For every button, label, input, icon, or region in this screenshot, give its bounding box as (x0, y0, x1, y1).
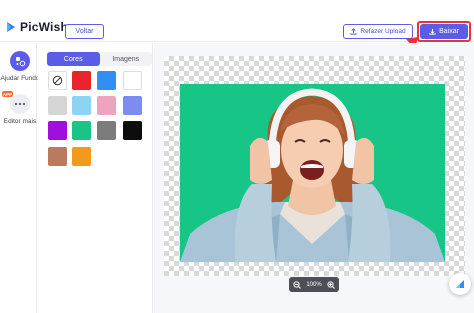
background-panel: Cores Imagens (38, 43, 153, 313)
edited-image[interactable] (180, 84, 445, 262)
tab-colors[interactable]: Cores (47, 52, 100, 66)
swatch-brown[interactable] (48, 147, 67, 166)
app-name: PicWish (20, 20, 68, 34)
swatch-gray[interactable] (97, 121, 116, 140)
woman-with-headphones-image (180, 88, 445, 262)
panel-tabs: Cores Imagens (47, 52, 152, 66)
zoom-in-button[interactable] (327, 280, 335, 289)
picwish-logo-icon (7, 22, 15, 32)
swatch-purple[interactable] (48, 121, 67, 140)
upload-icon (350, 28, 357, 35)
swatch-light-blue[interactable] (72, 96, 91, 115)
swatch-black[interactable] (123, 121, 142, 140)
background-tool-icon (10, 51, 30, 71)
sidebar-item-label: Editor mais (3, 118, 37, 125)
swatch-pink[interactable] (97, 96, 116, 115)
swatch-none[interactable] (48, 71, 67, 90)
download-button[interactable]: Baixar (420, 24, 468, 39)
zoom-out-button[interactable] (293, 280, 301, 289)
zoom-control: 100% (289, 277, 339, 292)
left-toolbar: Ajudar Fundo APP Editor mais (0, 43, 40, 313)
logo[interactable]: PicWish (6, 20, 68, 34)
compare-icon (456, 280, 464, 288)
compare-button[interactable] (449, 273, 471, 295)
swatch-red[interactable] (72, 71, 91, 90)
swatch-light-gray[interactable] (48, 96, 67, 115)
sidebar-item-more-editor[interactable]: Editor mais (0, 94, 40, 125)
download-label: Baixar (439, 28, 459, 35)
back-button[interactable]: Voltar (65, 24, 104, 39)
zoom-in-icon (327, 280, 335, 289)
swatch-white[interactable] (123, 71, 142, 90)
zoom-level: 100% (306, 281, 322, 288)
swatch-periwinkle[interactable] (123, 96, 142, 115)
download-icon (429, 28, 436, 35)
sidebar-item-label: Ajudar Fundo (0, 75, 40, 82)
swatch-blue[interactable] (97, 71, 116, 90)
swatch-orange[interactable] (72, 147, 91, 166)
zoom-out-icon (293, 280, 301, 289)
tab-images[interactable]: Imagens (99, 52, 152, 66)
more-dots-icon (10, 94, 30, 114)
swatch-green[interactable] (72, 121, 91, 140)
sidebar-item-background[interactable]: Ajudar Fundo (0, 51, 40, 82)
no-color-icon (52, 75, 63, 86)
